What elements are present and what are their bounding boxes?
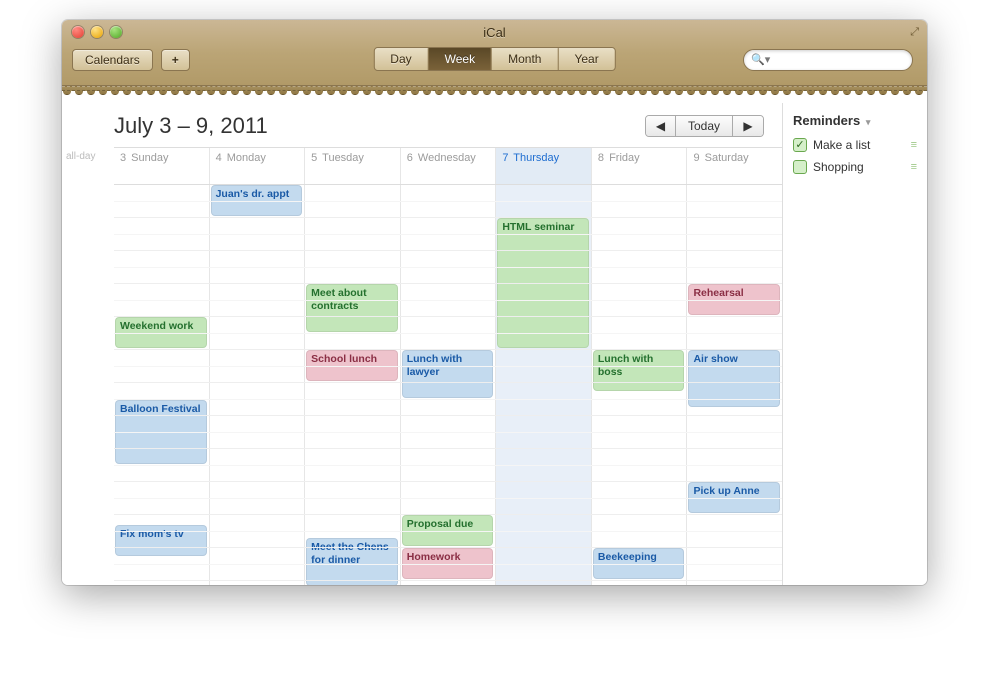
app-window: iCal ⤢ Calendars + DayWeekMonthYear 🔍▾ J… [62, 20, 927, 585]
today-button[interactable]: Today [676, 116, 733, 136]
allday-label: all-day [66, 151, 95, 162]
hour-row [114, 581, 782, 585]
fullscreen-icon[interactable]: ⤢ [910, 26, 919, 39]
calendars-button[interactable]: Calendars [72, 49, 153, 71]
view-week-button[interactable]: Week [429, 48, 492, 70]
prev-week-button[interactable]: ◀ [646, 116, 676, 136]
view-day-button[interactable]: Day [374, 48, 428, 70]
reminders-list: ✓ Make a list ≡ Shopping ≡ [793, 134, 917, 178]
search-icon: 🔍▾ [751, 53, 770, 66]
main-header: July 3 – 9, 2011 ◀ Today ▶ [62, 103, 782, 147]
hour-row: Noon [114, 350, 782, 383]
reminders-title[interactable]: Reminders ▾ [793, 113, 917, 128]
view-year-button[interactable]: Year [558, 48, 614, 70]
hour-row: 4 PM [114, 482, 782, 515]
hour-row: 3 PM [114, 449, 782, 482]
reminder-checkbox[interactable] [793, 160, 807, 174]
add-button[interactable]: + [161, 49, 190, 71]
grip-icon[interactable]: ≡ [911, 139, 917, 151]
hour-row: 1 PM [114, 383, 782, 416]
reminder-label: Make a list [813, 138, 870, 152]
grid-body[interactable]: Weekend workBalloon FestivalFix mom's tv… [114, 185, 782, 585]
day-header[interactable]: 4 Monday [210, 148, 306, 184]
date-nav-control: ◀ Today ▶ [645, 115, 764, 137]
day-header[interactable]: 5 Tuesday [305, 148, 401, 184]
window-title: iCal [62, 25, 927, 40]
view-month-button[interactable]: Month [492, 48, 558, 70]
day-header[interactable]: 8 Friday [592, 148, 688, 184]
day-header[interactable]: 3 Sunday [114, 148, 210, 184]
content-area: July 3 – 9, 2011 ◀ Today ▶ all-day 3 Sun… [62, 103, 927, 585]
hour-row: 8 AM [114, 218, 782, 251]
day-header[interactable]: 7 Thursday [496, 148, 592, 184]
grip-icon[interactable]: ≡ [911, 161, 917, 173]
day-headers-row: 3 Sunday4 Monday5 Tuesday6 Wednesday7 Th… [114, 147, 782, 185]
hour-row: 11 AM [114, 317, 782, 350]
reminder-label: Shopping [813, 160, 864, 174]
main-column: July 3 – 9, 2011 ◀ Today ▶ all-day 3 Sun… [62, 103, 782, 585]
reminder-item[interactable]: Shopping ≡ [793, 156, 917, 178]
day-header[interactable]: 9 Saturday [687, 148, 782, 184]
next-week-button[interactable]: ▶ [733, 116, 763, 136]
view-segmented-control: DayWeekMonthYear [373, 47, 615, 71]
hour-row: 9 AM [114, 251, 782, 284]
reminders-title-label: Reminders [793, 113, 860, 128]
search-wrap: 🔍▾ [743, 49, 913, 71]
hour-row [114, 185, 782, 218]
day-header[interactable]: 6 Wednesday [401, 148, 497, 184]
calendar-grid: all-day 3 Sunday4 Monday5 Tuesday6 Wedne… [114, 147, 782, 585]
titlebar: iCal ⤢ Calendars + DayWeekMonthYear 🔍▾ [62, 20, 927, 86]
hour-row: 6 PM [114, 548, 782, 581]
hour-row: 2 PM [114, 416, 782, 449]
date-range: July 3 – 9, 2011 [114, 113, 268, 139]
hour-row: 10 AM [114, 284, 782, 317]
reminders-sidebar: Reminders ▾ ✓ Make a list ≡ Shopping ≡ [782, 103, 927, 585]
toolbar-left: Calendars + [72, 49, 190, 71]
reminder-checkbox[interactable]: ✓ [793, 138, 807, 152]
hour-row: 5 PM [114, 515, 782, 548]
reminder-item[interactable]: ✓ Make a list ≡ [793, 134, 917, 156]
caret-down-icon: ▾ [866, 117, 871, 127]
torn-paper-edge [62, 95, 927, 103]
